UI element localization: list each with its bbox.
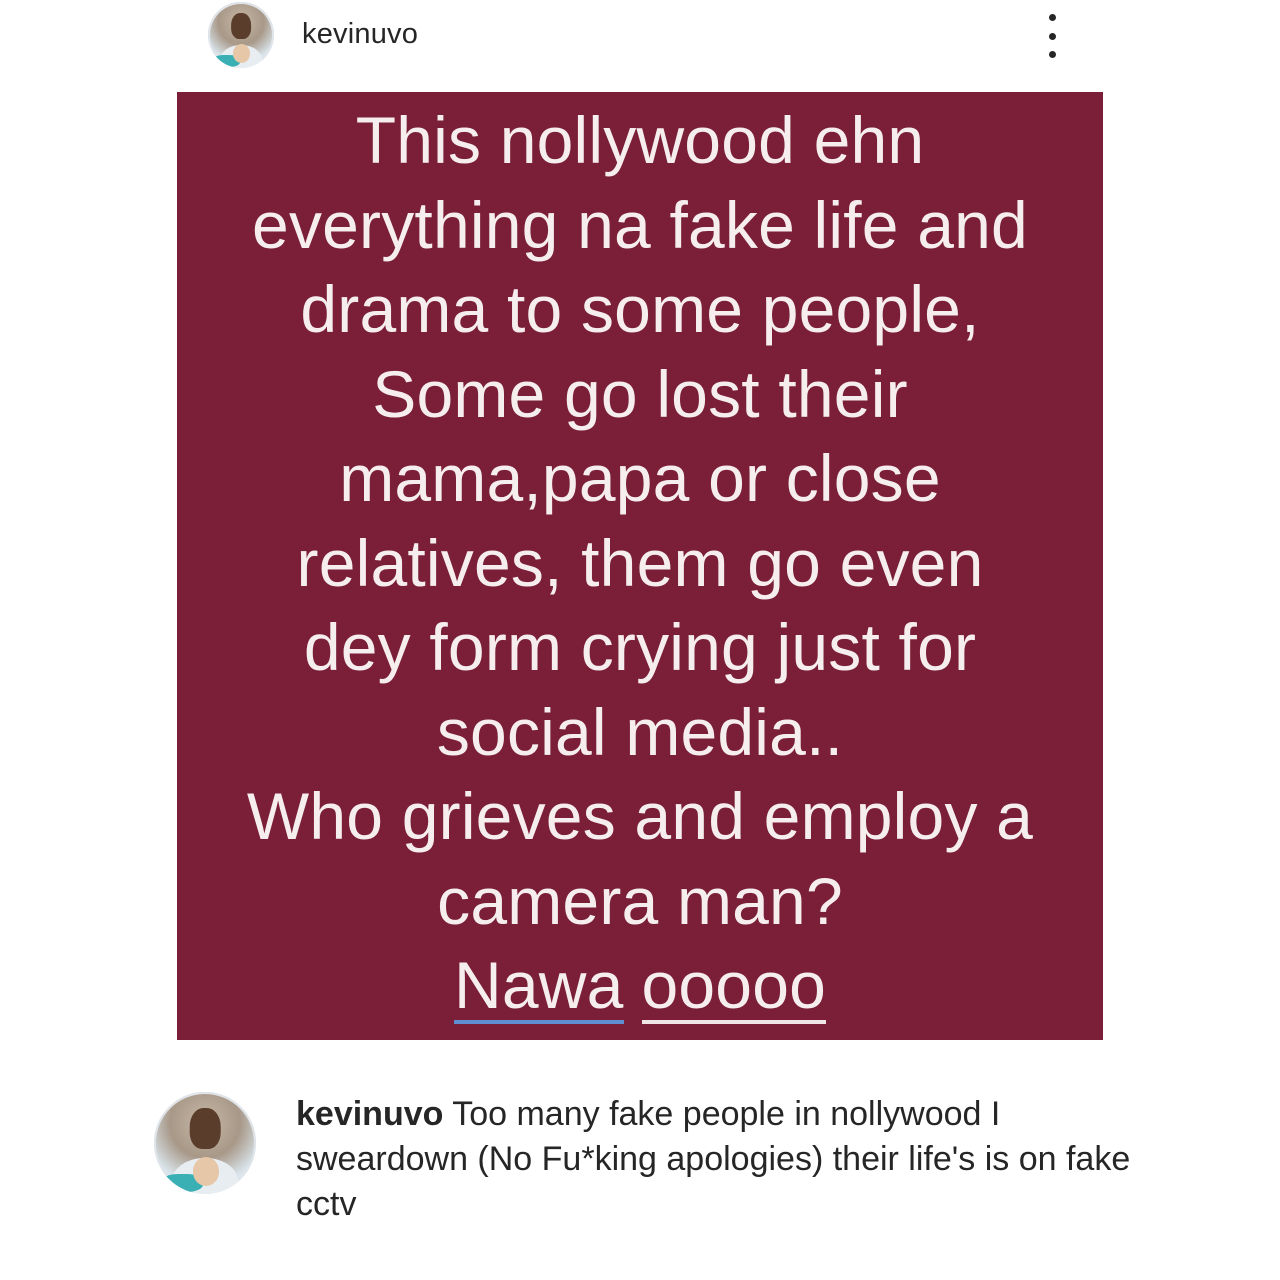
comment-avatar[interactable] — [154, 1092, 256, 1194]
post-line: drama to some people, — [300, 272, 980, 346]
post-line: Some go lost their — [372, 356, 908, 431]
comment-username[interactable]: kevinuvo — [296, 1095, 443, 1133]
avatar-figure-face — [189, 1108, 221, 1150]
post-line: Who grieves and employ a — [246, 779, 1034, 853]
post-image[interactable]: This nollywood ehn everything na fake li… — [177, 92, 1103, 1040]
caption-comment: kevinuvo Too many fake people in nollywo… — [296, 1092, 1176, 1227]
post-word-nawa: Nawa — [453, 948, 624, 1024]
post-word-ooooo: ooooo — [641, 948, 827, 1024]
instagram-post-view: kevinuvo This nollywood ehn everything n… — [0, 0, 1280, 1280]
post-line: social media.. — [436, 694, 844, 769]
more-dot — [1048, 51, 1056, 58]
avatar-child-face — [233, 44, 251, 63]
more-dot — [1048, 14, 1056, 21]
avatar-figure-face — [231, 12, 251, 39]
avatar-child-face — [192, 1157, 220, 1186]
post-text-block: This nollywood ehn everything na fake li… — [177, 98, 1103, 1028]
more-vertical-icon[interactable] — [1040, 14, 1064, 58]
post-line: relatives, them go even — [296, 525, 984, 600]
post-line: dey form crying just for — [303, 610, 977, 684]
post-final-line: Nawa ooooo — [177, 943, 1103, 1028]
post-line: This nollywood ehn — [355, 103, 925, 177]
post-line: everything na fake life and — [252, 187, 1028, 262]
post-line: camera man? — [437, 863, 843, 938]
header-username[interactable]: kevinuvo — [302, 18, 418, 51]
more-dot — [1048, 32, 1056, 40]
post-line: mama,papa or close — [339, 441, 941, 515]
profile-avatar[interactable] — [208, 2, 274, 68]
